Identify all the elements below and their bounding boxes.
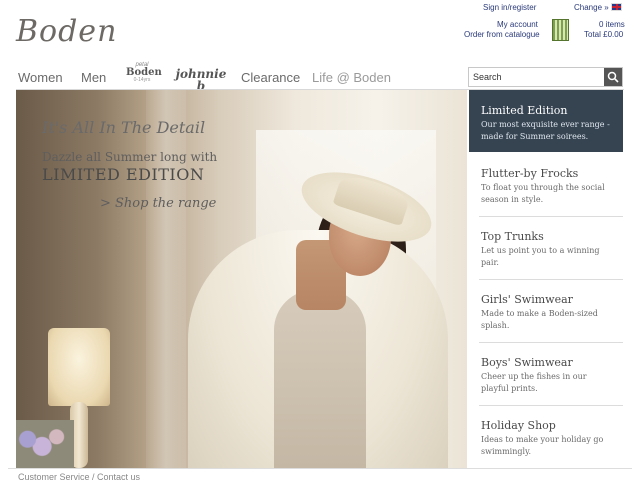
flowers [16, 420, 74, 468]
hero-copy: It's All In The Detail Dazzle all Summer… [42, 118, 217, 211]
sidebar-item-desc: Our most exquisite ever range - made for… [481, 120, 610, 141]
lamp-shade [48, 328, 110, 406]
hero-headline: LIMITED EDITION [42, 165, 205, 184]
footer-link[interactable]: Customer Service / Contact us [18, 472, 140, 480]
change-country-link[interactable]: Change » [574, 3, 609, 12]
model-top [274, 290, 366, 468]
nav-life-at-boden[interactable]: Life @ Boden [312, 70, 391, 85]
my-account-link[interactable]: My account [497, 20, 538, 29]
basket-total[interactable]: Total £0.00 [584, 30, 623, 39]
boden-logo[interactable]: Boden [16, 14, 117, 49]
basket-item-count[interactable]: 0 items [599, 20, 625, 29]
sidebar-item-flutter-by-frocks[interactable]: Flutter-by Frocks To float you through t… [469, 153, 623, 215]
search-box [468, 67, 623, 87]
order-catalogue-link[interactable]: Order from catalogue [464, 30, 540, 39]
sidebar-item-desc: Let us point you to a winning pair. [481, 246, 600, 267]
sidebar-item-title: Boys' Swimwear [481, 356, 573, 369]
sidebar-item-title: Top Trunks [481, 230, 544, 243]
uk-flag-icon[interactable] [611, 3, 622, 11]
sidebar-item-desc: To float you through the social season i… [481, 183, 605, 204]
sidebar-item-title: Flutter-by Frocks [481, 167, 579, 180]
nav-mini-boden[interactable]: petal Boden 0-14yrs [126, 62, 162, 83]
sidebar-item-limited-edition[interactable]: Limited Edition Our most exquisite ever … [469, 90, 623, 152]
shopping-bag-icon[interactable] [552, 19, 569, 41]
search-input[interactable] [469, 68, 603, 86]
sidebar-item-girls-swimwear[interactable]: Girls' Swimwear Made to make a Boden-siz… [469, 279, 623, 341]
sidebar-item-desc: Cheer up the fishes in our playful print… [481, 372, 587, 393]
mini-boden-age: 0-14yrs [133, 77, 151, 83]
sidebar-item-boys-swimwear[interactable]: Boys' Swimwear Cheer up the fishes in ou… [469, 342, 623, 404]
hero-tagline: It's All In The Detail [42, 118, 206, 137]
sign-in-register-link[interactable]: Sign in/register [483, 3, 536, 12]
sidebar-item-holiday-shop[interactable]: Holiday Shop Ideas to make your holiday … [469, 405, 623, 467]
nav-men[interactable]: Men [81, 70, 106, 85]
shop-the-range-link[interactable]: > Shop the range [100, 196, 217, 211]
nav-clearance[interactable]: Clearance [241, 70, 300, 85]
promo-sidebar: Limited Edition Our most exquisite ever … [469, 90, 623, 468]
sidebar-item-title: Limited Edition [481, 104, 568, 117]
sidebar-item-desc: Ideas to make your holiday go swimmingly… [481, 435, 604, 456]
search-button[interactable] [604, 68, 622, 86]
search-icon [607, 71, 619, 83]
sidebar-item-title: Holiday Shop [481, 419, 556, 432]
sidebar-item-title: Girls' Swimwear [481, 293, 573, 306]
sidebar-item-desc: Made to make a Boden-sized splash. [481, 309, 598, 330]
hero-subline: Dazzle all Summer long with [42, 150, 218, 164]
model-figure [188, 220, 448, 468]
sidebar-item-top-trunks[interactable]: Top Trunks Let us point you to a winning… [469, 216, 623, 278]
nav-women[interactable]: Women [18, 70, 63, 85]
hero-banner[interactable]: It's All In The Detail Dazzle all Summer… [16, 90, 467, 468]
footer-divider [8, 468, 632, 469]
